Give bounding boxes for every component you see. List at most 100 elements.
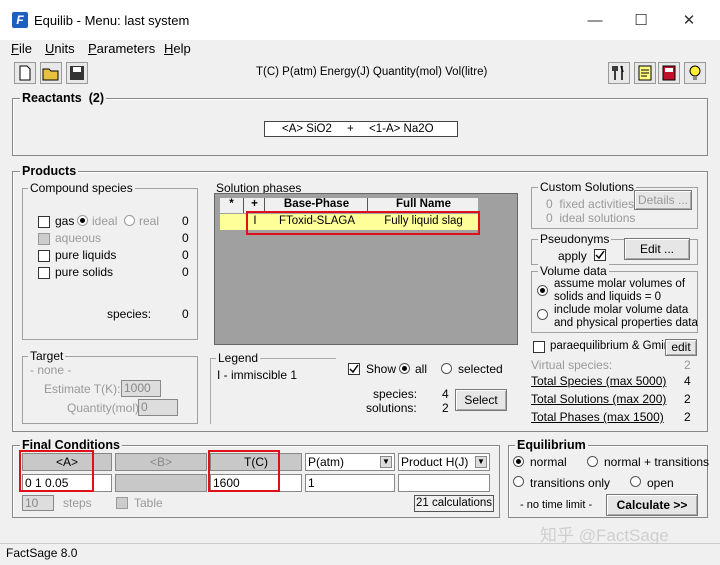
quantity-input[interactable]: 0 — [138, 399, 178, 416]
pure-liquids-checkbox[interactable] — [38, 250, 50, 262]
ideal-solutions-count: 0 — [546, 211, 553, 225]
volume-data-title: Volume data — [538, 264, 609, 278]
volume-include-radio[interactable] — [537, 309, 548, 320]
status-text: FactSage 8.0 — [6, 546, 78, 560]
pressure-select[interactable]: P(atm) ▼ — [305, 453, 395, 471]
calculate-button[interactable]: Calculate >> — [606, 494, 698, 516]
minimize-button[interactable]: — — [572, 8, 618, 34]
open-folder-icon[interactable] — [40, 62, 62, 84]
show-label: Show — [366, 362, 397, 376]
pure-solids-label: pure solids — [55, 265, 114, 279]
target-title: Target — [28, 349, 66, 363]
highlight-box — [246, 211, 480, 235]
aqueous-label: aqueous — [55, 231, 102, 245]
normal-radio[interactable] — [513, 456, 524, 467]
pure-solids-count: 0 — [182, 265, 189, 279]
time-limit-label[interactable]: - no time limit - — [520, 499, 592, 511]
gas-count: 0 — [182, 214, 189, 228]
virtual-species-count: 2 — [684, 358, 691, 372]
reactants-title: Reactants (2) — [20, 91, 106, 105]
book-icon[interactable] — [658, 62, 680, 84]
custom-solutions-title: Custom Solutions — [538, 180, 637, 194]
fixed-count: 0 — [546, 197, 553, 211]
equilibrium-title: Equilibrium — [515, 438, 588, 452]
show-all-radio[interactable] — [399, 363, 410, 374]
normal-transitions-radio[interactable] — [587, 456, 598, 467]
estimate-t-input[interactable]: 1000 — [121, 380, 161, 397]
real-label: real — [139, 214, 160, 228]
estimate-t-label: Estimate T(K): — [44, 382, 121, 396]
product-h-input[interactable] — [398, 474, 490, 492]
save-disk-icon[interactable] — [66, 62, 88, 84]
total-phases-count: 2 — [684, 410, 691, 424]
para-edit-button[interactable]: edit — [665, 339, 697, 356]
show-all-label: all — [415, 362, 428, 376]
total-solutions-link[interactable]: Total Solutions (max 200) — [531, 392, 666, 406]
virtual-species-label: Virtual species: — [531, 358, 613, 372]
transitions-only-label: transitions only — [530, 476, 611, 490]
target-none: - none - — [30, 363, 72, 377]
notepad-icon[interactable] — [634, 62, 656, 84]
close-button[interactable]: ✕ — [666, 8, 712, 34]
compound-species-count: 0 — [182, 307, 189, 321]
normal-transitions-label: normal + transitions — [604, 455, 710, 469]
transitions-only-radio[interactable] — [513, 476, 524, 487]
status-bar — [0, 543, 720, 565]
maximize-button[interactable]: ☐ — [618, 8, 664, 34]
units-display[interactable]: T(C) P(atm) Energy(J) Quantity(mol) Vol(… — [256, 66, 487, 78]
highlight-box-t — [208, 450, 280, 492]
chevron-down-icon: ▼ — [380, 456, 392, 468]
total-phases-link[interactable]: Total Phases (max 1500) — [531, 410, 664, 424]
apply-checkbox[interactable] — [594, 249, 606, 261]
total-solutions-count: 2 — [684, 392, 691, 406]
legend-text: I - immiscible 1 — [217, 368, 298, 382]
steps-input[interactable]: 10 — [22, 495, 54, 511]
solution-species-count: 4 — [442, 387, 449, 401]
pseudonyms-title: Pseudonyms — [538, 232, 612, 246]
fork-knife-icon[interactable] — [608, 62, 630, 84]
paraequilibrium-checkbox[interactable] — [533, 341, 545, 353]
new-file-icon[interactable] — [14, 62, 36, 84]
aqueous-checkbox[interactable] — [38, 233, 50, 245]
table-checkbox[interactable] — [116, 497, 128, 509]
menu-parameters[interactable]: Parameters — [88, 41, 155, 56]
details-button[interactable]: Details ... — [634, 190, 692, 210]
total-species-link[interactable]: Total Species (max 5000) — [531, 374, 666, 388]
show-selected-label: selected — [458, 362, 503, 376]
apply-label: apply — [558, 249, 587, 263]
menu-file[interactable]: File — [11, 41, 32, 56]
pure-liquids-count: 0 — [182, 248, 189, 262]
real-radio[interactable] — [124, 215, 135, 226]
ideal-solutions-label: ideal solutions — [559, 211, 636, 225]
normal-label: normal — [530, 455, 567, 469]
gas-checkbox[interactable] — [38, 216, 50, 228]
product-h-select[interactable]: Product H(J) ▼ — [398, 453, 490, 471]
column-b-input[interactable] — [115, 474, 207, 492]
column-b-header[interactable]: <B> — [115, 453, 207, 471]
select-button[interactable]: Select — [455, 389, 507, 411]
lightbulb-icon[interactable] — [684, 62, 706, 84]
ideal-radio[interactable] — [77, 215, 88, 226]
solutions-count: 2 — [442, 401, 449, 415]
fixed-label: fixed activities — [559, 197, 635, 211]
menu-help[interactable]: Help — [164, 41, 191, 56]
window-title: Equilib - Menu: last system — [34, 13, 190, 28]
table-label: Table — [134, 496, 163, 510]
open-label: open — [647, 476, 674, 490]
open-radio[interactable] — [630, 476, 641, 487]
legend-title: Legend — [216, 351, 261, 365]
pseudonyms-edit-button[interactable]: Edit ... — [624, 238, 690, 260]
menu-units[interactable]: Units — [45, 41, 75, 56]
volume-zero-label: assume molar volumes of solids and liquid… — [554, 278, 686, 303]
ideal-label: ideal — [92, 214, 118, 228]
highlight-box-a — [19, 450, 94, 492]
reactant-formula-box[interactable]: <A> SiO2 + <1-A> Na2O — [264, 121, 458, 137]
pressure-input[interactable]: 1 — [305, 474, 395, 492]
show-selected-radio[interactable] — [441, 363, 452, 374]
compound-species-label: species: — [107, 307, 152, 321]
pure-solids-checkbox[interactable] — [38, 267, 50, 279]
aqueous-count: 0 — [182, 231, 189, 245]
calculations-count: 21 calculations — [414, 495, 494, 512]
volume-zero-radio[interactable] — [537, 285, 548, 296]
show-checkbox[interactable] — [348, 363, 360, 375]
